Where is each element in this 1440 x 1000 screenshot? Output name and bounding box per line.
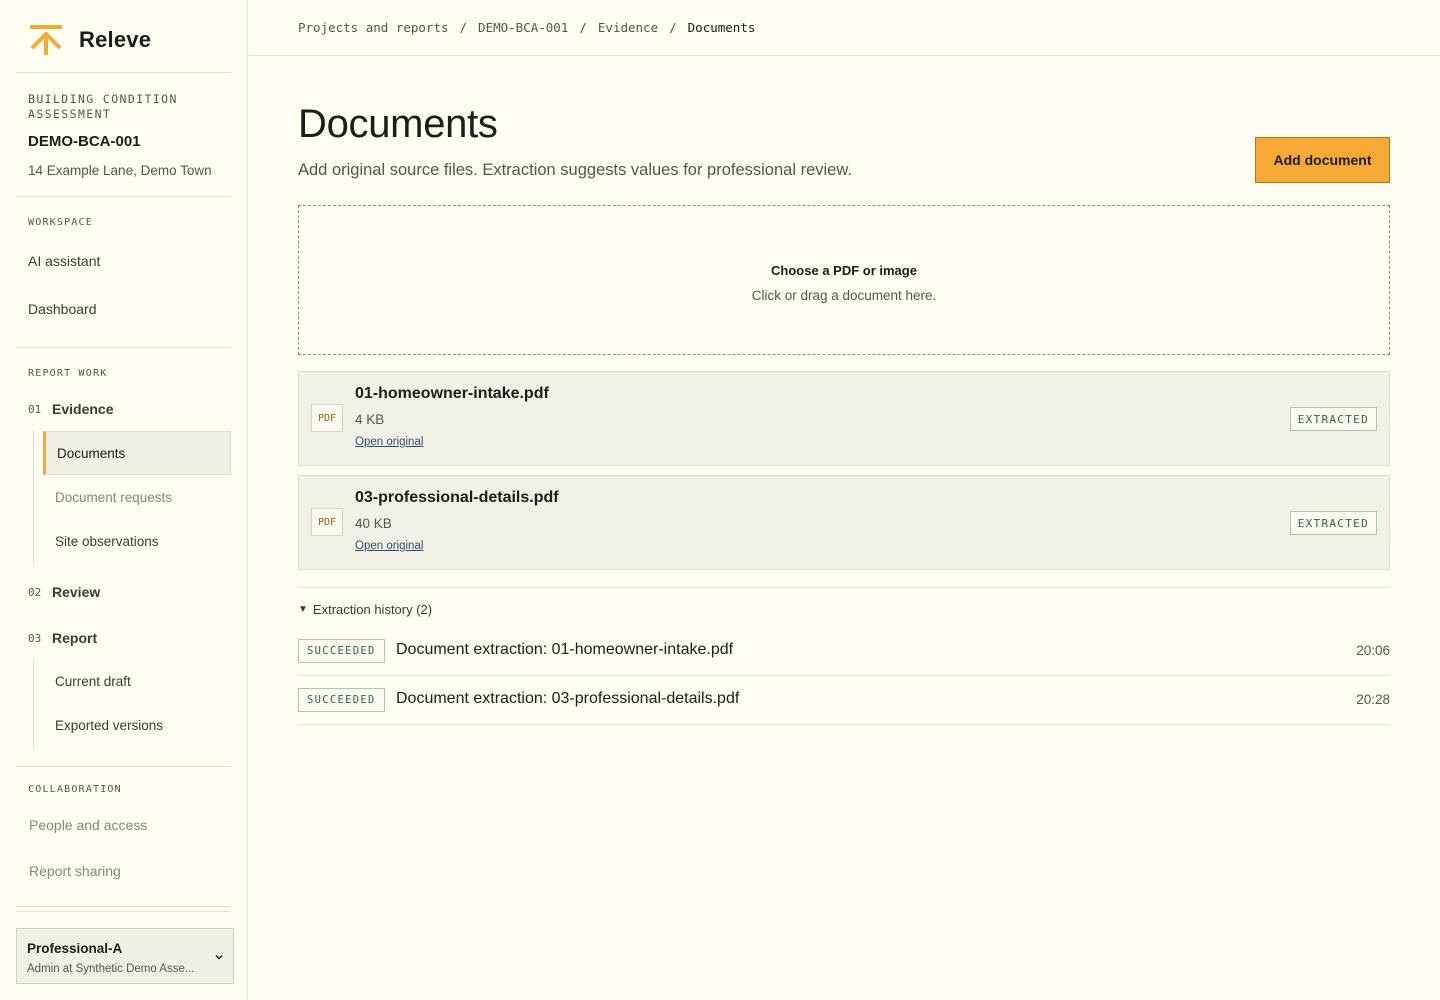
document-name: 01-homeowner-intake.pdf [355, 385, 549, 402]
step-number: 02 [28, 585, 42, 599]
account-switcher[interactable]: Professional-A Admin at Synthetic Demo A… [16, 928, 234, 984]
history-text: Document extraction: 03-professional-det… [396, 690, 740, 707]
nav-item-people-and-access[interactable]: People and access [29, 817, 147, 833]
divider [16, 196, 231, 197]
nav-item-current-draft[interactable]: Current draft [55, 674, 131, 689]
nav-item-documents[interactable]: Documents [43, 431, 231, 475]
add-document-button[interactable]: Add document [1255, 137, 1390, 183]
status-badge: SUCCEEDED [298, 639, 385, 663]
step-number: 01 [28, 402, 42, 416]
divider [16, 766, 231, 767]
upload-dropzone[interactable]: Choose a PDF or image Click or drag a do… [298, 205, 1390, 355]
document-card: PDF 03-professional-details.pdf 40 KB Op… [298, 475, 1390, 570]
tree-line [33, 660, 34, 748]
nav-item-report-sharing[interactable]: Report sharing [29, 863, 121, 879]
step-label: Report [52, 630, 98, 646]
step-label: Review [52, 584, 101, 600]
page-title: Documents [298, 102, 498, 146]
project-type: BUILDING CONDITION ASSESSMENT [28, 92, 178, 121]
sidebar: Releve BUILDING CONDITION ASSESSMENT DEM… [0, 0, 248, 1000]
chevron-down-icon [215, 955, 223, 960]
project-address: 14 Example Lane, Demo Town [28, 163, 212, 178]
breadcrumb-separator: / [669, 20, 677, 35]
divider [16, 906, 231, 907]
nav-item-site-observations[interactable]: Site observations [55, 534, 159, 549]
step-evidence[interactable]: 01 Evidence [28, 399, 113, 419]
divider [16, 911, 231, 912]
nav-item-dashboard[interactable]: Dashboard [28, 301, 97, 317]
section-label-workspace: WORKSPACE [28, 217, 93, 228]
section-label-report-work: REPORT WORK [28, 368, 108, 379]
step-review[interactable]: 02 Review [28, 582, 100, 602]
document-card: PDF 01-homeowner-intake.pdf 4 KB Open or… [298, 371, 1390, 466]
step-label: Evidence [52, 401, 114, 417]
step-report[interactable]: 03 Report [28, 628, 97, 648]
breadcrumb-separator: / [459, 20, 468, 35]
nav-item-exported-versions[interactable]: Exported versions [55, 718, 163, 733]
history-row: SUCCEEDED Document extraction: 01-homeow… [298, 627, 1390, 676]
divider [298, 587, 1390, 588]
dropzone-title: Choose a PDF or image [771, 263, 917, 278]
account-name: Professional-A [27, 941, 123, 956]
account-role: Admin at Synthetic Demo Asse... [27, 963, 195, 975]
history-text: Document extraction: 01-homeowner-intake… [396, 641, 734, 658]
breadcrumb-item-project[interactable]: DEMO-BCA-001 [478, 20, 568, 35]
pdf-file-icon: PDF [311, 508, 343, 536]
breadcrumb-item-evidence[interactable]: Evidence [598, 20, 658, 35]
extraction-history-label: Extraction history (2) [312, 602, 433, 617]
document-name: 03-professional-details.pdf [355, 489, 559, 506]
breadcrumb-item-current: Documents [687, 20, 756, 35]
breadcrumb: Projects and reports / DEMO-BCA-001 / Ev… [298, 20, 755, 35]
tree-line [33, 431, 34, 563]
extraction-history-toggle[interactable]: ▼ Extraction history (2) [298, 602, 432, 617]
project-code: DEMO-BCA-001 [28, 133, 141, 150]
divider [16, 72, 231, 73]
page-subtitle: Add original source files. Extraction su… [298, 161, 852, 179]
brand[interactable]: Releve [28, 22, 151, 58]
history-row: SUCCEEDED Document extraction: 03-profes… [298, 676, 1390, 725]
status-badge: EXTRACTED [1289, 511, 1377, 535]
document-size: 40 KB [355, 516, 392, 531]
topbar: Projects and reports / DEMO-BCA-001 / Ev… [248, 0, 1440, 56]
history-time: 20:06 [1356, 643, 1390, 658]
step-number: 03 [28, 631, 42, 645]
breadcrumb-separator: / [579, 20, 587, 35]
breadcrumb-item-projects[interactable]: Projects and reports [298, 20, 449, 35]
triangle-down-icon: ▼ [298, 604, 308, 615]
nav-item-document-requests[interactable]: Document requests [55, 490, 172, 505]
divider [16, 347, 231, 348]
pdf-file-icon: PDF [311, 404, 343, 432]
dropzone-hint: Click or drag a document here. [751, 288, 937, 303]
history-time: 20:28 [1356, 692, 1390, 707]
releve-logo-icon [30, 25, 62, 55]
open-original-link[interactable]: Open original [355, 540, 423, 552]
nav-item-ai-assistant[interactable]: AI assistant [28, 253, 100, 269]
section-label-collaboration: COLLABORATION [28, 784, 122, 795]
document-size: 4 KB [355, 412, 385, 427]
status-badge: SUCCEEDED [298, 688, 385, 712]
open-original-link[interactable]: Open original [355, 436, 423, 448]
status-badge: EXTRACTED [1289, 407, 1377, 431]
brand-name: Releve [79, 27, 152, 52]
